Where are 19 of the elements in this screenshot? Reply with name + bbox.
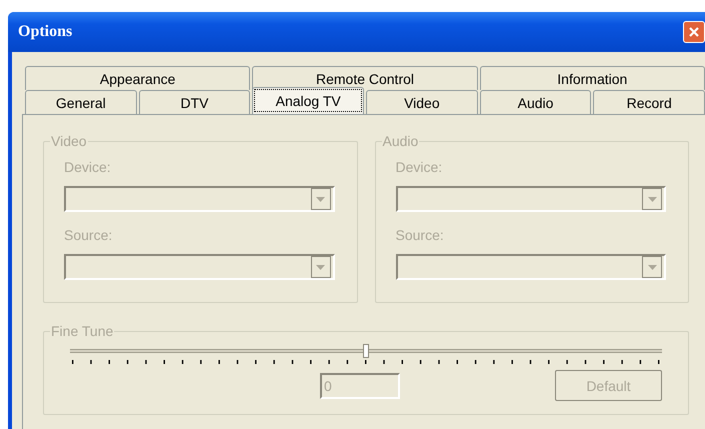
tab[interactable]: Appearance [25,66,250,90]
tab[interactable]: General [25,90,137,114]
field-label: Source: [396,227,445,243]
tab[interactable]: Audio [480,90,592,114]
field-label: Device: [64,159,112,175]
tab[interactable]: DTV [138,90,250,114]
tab[interactable]: Video [366,90,478,114]
field-label: Device: [396,159,444,175]
tab[interactable]: Analog TV [252,87,364,114]
group-title: Video [50,133,88,149]
group-title: Fine Tune [50,323,114,339]
group-title: Audio [382,133,420,149]
tab[interactable]: Information [480,66,705,90]
close-button[interactable] [683,21,705,43]
window-title: Options [18,23,72,41]
tab[interactable]: Record [593,90,705,114]
field-label: Source: [64,227,114,243]
close-icon[interactable] [688,26,700,38]
tab[interactable]: Remote Control [252,66,478,90]
